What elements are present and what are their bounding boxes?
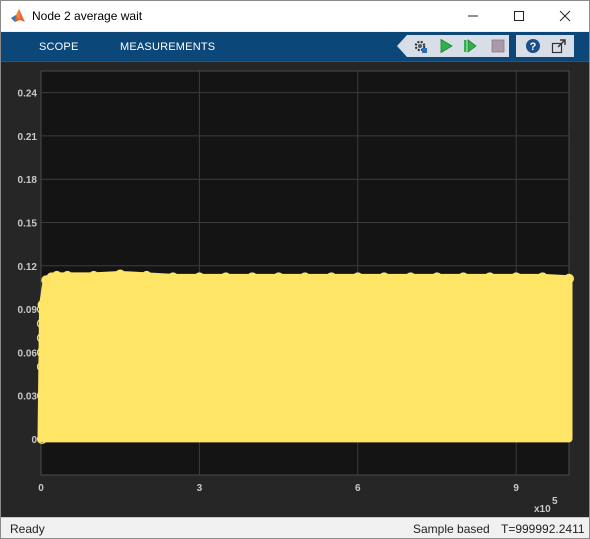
trace-marker: [511, 272, 522, 283]
signal-trace: [36, 269, 574, 445]
status-bar: Ready Sample based T=999992.2411: [1, 517, 589, 538]
trace-fill: [37, 270, 573, 443]
y-tick-label: 0.03: [18, 392, 38, 403]
step-forward-icon: [464, 39, 477, 53]
trace-marker: [247, 272, 258, 283]
help-icon: ?: [526, 39, 540, 53]
trace-marker: [432, 272, 442, 283]
x-exponent-power: 5: [552, 496, 558, 507]
maximize-icon: [514, 11, 524, 21]
trace-marker: [379, 272, 390, 283]
trace-marker: [141, 270, 152, 281]
settings-gear-icon: [414, 40, 427, 53]
title-bar: Node 2 average wait: [1, 1, 589, 31]
trace-marker: [220, 272, 231, 283]
y-tick-label: 0.18: [18, 175, 38, 186]
maximize-button[interactable]: [496, 1, 542, 31]
x-tick-label: 9: [513, 483, 519, 494]
close-icon: [559, 10, 571, 22]
y-tick-label: 0.12: [18, 262, 38, 273]
trace-marker: [51, 270, 62, 281]
tab-measurements[interactable]: MEASUREMENTS: [120, 41, 215, 53]
y-tick-label: 0: [31, 435, 37, 446]
tab-scope[interactable]: SCOPE: [39, 41, 79, 53]
minimize-button[interactable]: [450, 1, 496, 31]
trace-marker: [458, 272, 469, 283]
trace-marker: [405, 272, 416, 283]
trace-marker: [300, 272, 310, 283]
stop-icon: [491, 39, 505, 53]
matlab-logo-icon: [11, 9, 25, 22]
help-button[interactable]: ?: [524, 37, 542, 55]
y-tick-label: 0.21: [18, 132, 38, 143]
scope-window: Node 2 average wait SCOPE MEASUREMENTS ?…: [0, 0, 590, 539]
window-title: Node 2 average wait: [32, 9, 143, 23]
trace-marker: [88, 270, 99, 281]
trace-marker: [352, 272, 363, 283]
status-sim-time: T=999992.2411: [501, 522, 585, 536]
scope-display: 0 0.03 0.06 0.09 0.12 0.15 0.18 0.21 0.24 0 3 6 9 x1…: [1, 62, 589, 517]
y-tick-label: 0.15: [18, 219, 38, 230]
close-button[interactable]: [542, 1, 588, 31]
undock-icon: [551, 39, 566, 54]
trace-marker: [273, 272, 284, 283]
x-tick-label: 6: [355, 483, 361, 494]
x-tick-label: 3: [197, 483, 203, 494]
undock-button[interactable]: [550, 37, 568, 55]
y-tick-label: 0.24: [18, 89, 38, 100]
toolstrip: SCOPE MEASUREMENTS ?: [1, 32, 589, 62]
trace-marker: [194, 272, 205, 283]
x-tick-label: 0: [38, 483, 44, 494]
y-tick-label: 0.06: [18, 348, 38, 359]
trace-marker: [168, 272, 178, 283]
trace-marker: [62, 270, 73, 281]
x-exponent-label: x10: [534, 504, 551, 515]
svg-text:?: ?: [530, 41, 537, 53]
stop-button[interactable]: [489, 37, 507, 55]
trace-marker: [537, 272, 548, 283]
trace-marker: [326, 272, 337, 283]
settings-button[interactable]: [411, 37, 429, 55]
y-tick-label: 0.09: [18, 305, 38, 316]
trace-marker: [115, 269, 126, 280]
minimize-icon: [468, 15, 478, 17]
run-button[interactable]: [437, 37, 455, 55]
step-forward-button[interactable]: [461, 37, 479, 55]
help-toolbar: ?: [516, 35, 574, 57]
status-ready: Ready: [10, 522, 45, 536]
simulation-toolbar: [397, 35, 509, 57]
status-sample-mode: Sample based: [413, 522, 490, 536]
scope-plot[interactable]: 0 0.03 0.06 0.09 0.12 0.15 0.18 0.21 0.24 0 3 6 9 x1…: [1, 62, 589, 517]
trace-marker: [484, 272, 495, 283]
run-play-icon: [440, 38, 453, 54]
trace-marker: [564, 273, 574, 284]
